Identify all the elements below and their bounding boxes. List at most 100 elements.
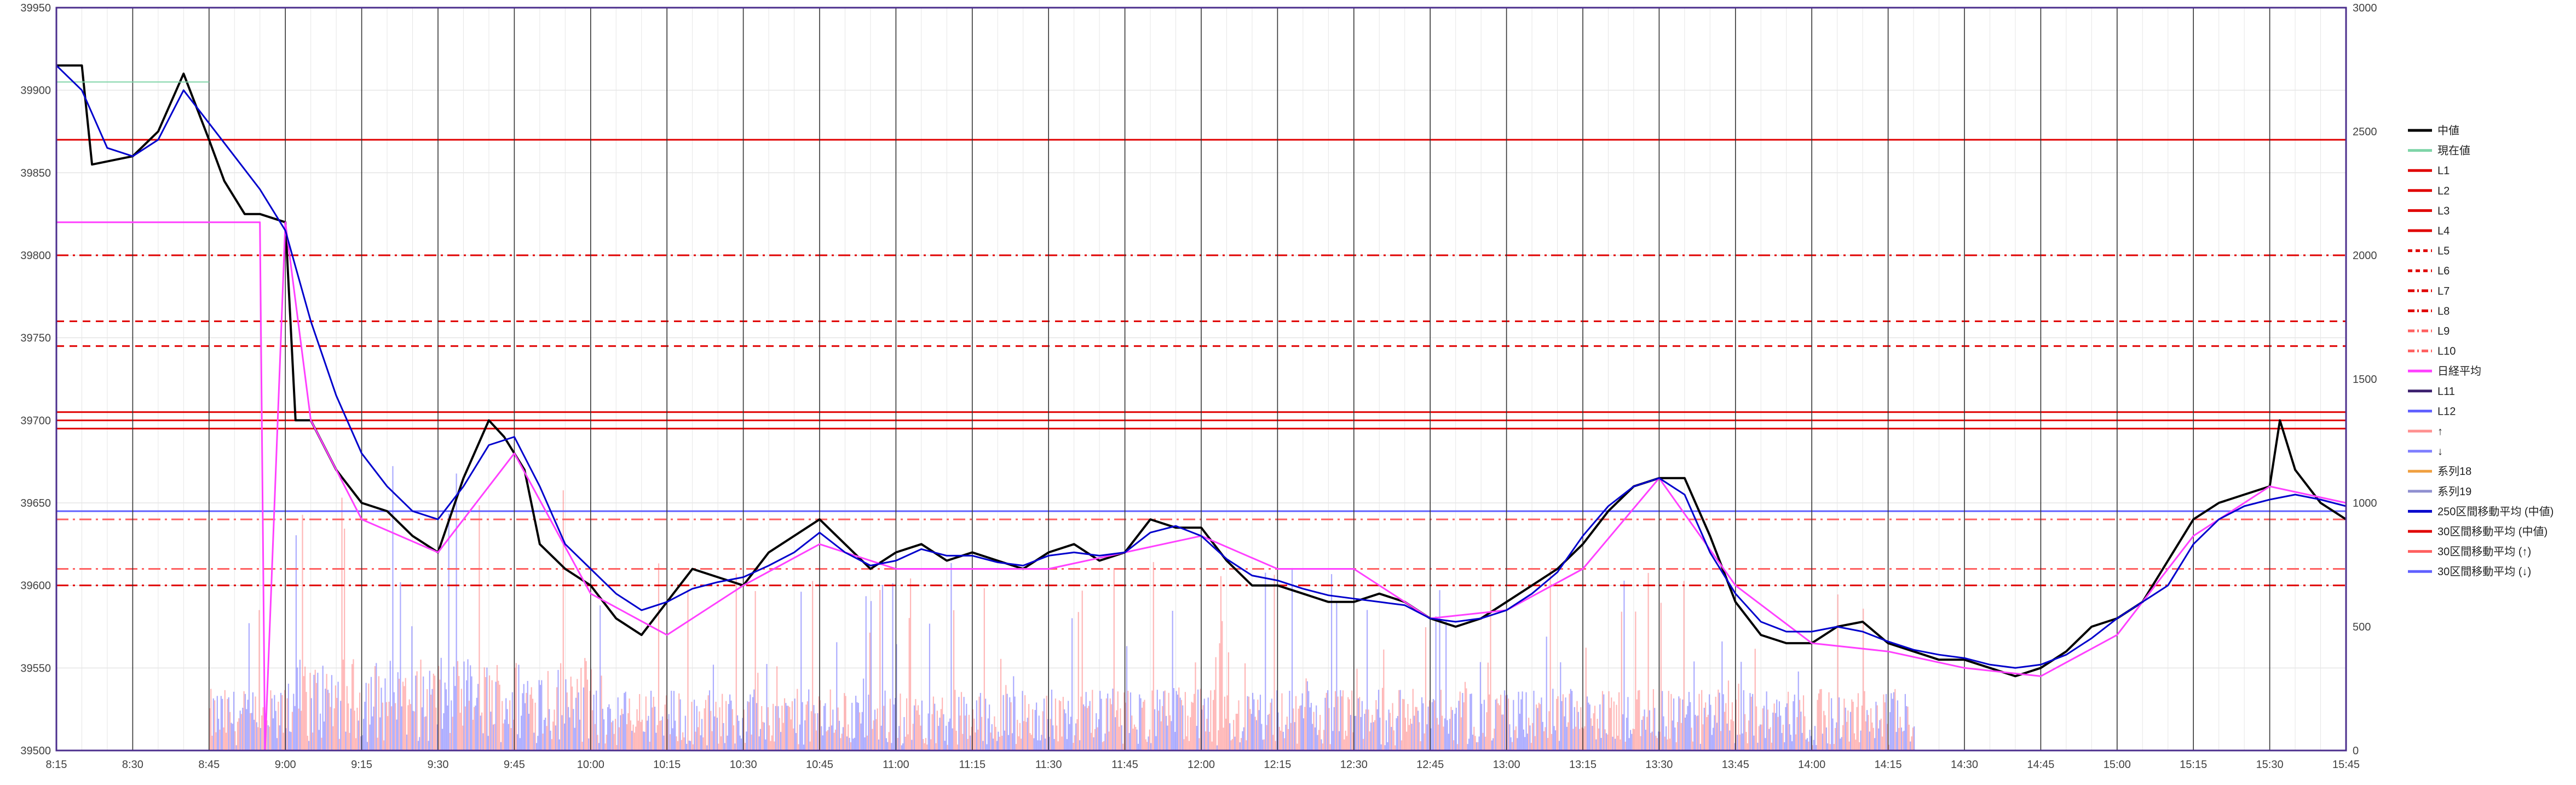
volume-bar-up <box>731 709 733 750</box>
volume-bar-down <box>1712 727 1714 750</box>
volume-bar-up <box>1401 740 1402 750</box>
volume-bar-up <box>1500 695 1502 750</box>
volume-bar-down <box>861 712 863 750</box>
volume-bar-up <box>459 713 461 750</box>
volume-bar-up <box>1389 713 1391 750</box>
volume-bar-up <box>990 732 992 750</box>
volume-bar-down <box>1140 698 1142 750</box>
volume-bar-down <box>817 713 819 750</box>
volume-bar-up <box>1902 731 1904 750</box>
volume-bar-down <box>885 738 888 750</box>
volume-bar-down <box>1045 738 1046 750</box>
volume-bar-down <box>1171 721 1172 750</box>
volume-bar-up <box>416 671 418 750</box>
volume-bar-down <box>239 710 241 750</box>
volume-bar-down <box>716 718 718 750</box>
volume-bar-down <box>340 701 342 750</box>
volume-bar-up <box>1001 736 1003 750</box>
volume-bar-up <box>973 718 975 750</box>
volume-bar-down <box>860 723 862 750</box>
volume-bar-up <box>1299 706 1301 750</box>
legend-label: L5 <box>2437 245 2450 257</box>
volume-bar-down <box>246 709 247 750</box>
volume-bar-up <box>812 581 814 750</box>
volume-bar-up <box>498 680 499 750</box>
volume-bar-up <box>681 740 682 750</box>
volume-bar-up <box>1257 700 1259 750</box>
volume-bar-up <box>1636 699 1638 750</box>
volume-bar-up <box>1868 715 1869 750</box>
volume-bar-down <box>795 733 797 750</box>
volume-bar-down <box>813 705 815 750</box>
volume-bar-down <box>1259 695 1261 750</box>
volume-bar-down <box>1207 697 1209 750</box>
volume-bar-up <box>604 743 606 750</box>
volume-bar-up <box>1420 741 1421 750</box>
volume-bar-down <box>739 735 741 750</box>
volume-bar-down <box>946 725 947 750</box>
volume-bar-down <box>963 697 965 750</box>
volume-bar-down <box>539 685 541 750</box>
volume-bar-up <box>1883 694 1885 750</box>
volume-bar-up <box>1097 727 1098 750</box>
volume-bar-up <box>1286 717 1288 750</box>
legend-label: 系列18 <box>2437 465 2471 478</box>
volume-bar-down <box>902 743 904 750</box>
volume-bar-down <box>500 742 502 750</box>
volume-bar-down <box>1537 708 1538 750</box>
volume-bar-up <box>1761 724 1762 750</box>
volume-bar-down <box>854 737 855 750</box>
volume-bar-down <box>1426 724 1428 750</box>
volume-bar-up <box>1369 731 1370 750</box>
volume-bar-down <box>1079 740 1081 750</box>
volume-bar-down <box>949 718 951 750</box>
volume-bar-down <box>1469 694 1471 750</box>
volume-bar-down <box>1271 698 1272 750</box>
volume-bar-up <box>562 490 564 750</box>
volume-bar-up <box>1859 742 1860 750</box>
volume-bar-up <box>907 734 909 750</box>
volume-bar-down <box>1089 701 1091 750</box>
x-tick-label: 9:15 <box>351 759 372 771</box>
volume-bar-down <box>440 657 442 750</box>
volume-bar-up <box>1782 724 1784 750</box>
volume-bar-up <box>658 563 660 750</box>
volume-bar-down <box>558 739 560 750</box>
volume-bar-down <box>607 707 609 750</box>
volume-bar-up <box>410 704 412 750</box>
volume-bar-up <box>1223 727 1224 750</box>
volume-bar-down <box>1431 702 1433 750</box>
volume-bar-down <box>1197 689 1199 750</box>
volume-bar-up <box>919 714 920 750</box>
volume-bar-down <box>736 715 739 750</box>
volume-bar-down <box>1355 715 1357 750</box>
volume-bar-up <box>1152 561 1154 750</box>
volume-bar-up <box>909 578 912 750</box>
volume-bar-down <box>838 720 840 750</box>
volume-bar-down <box>1836 722 1837 750</box>
volume-bar-up <box>344 528 345 750</box>
volume-bar-down <box>1622 714 1624 750</box>
volume-bar-up <box>237 721 239 750</box>
volume-bar-up <box>704 708 705 750</box>
volume-bar-down <box>1336 601 1338 750</box>
time-markers <box>132 8 2270 750</box>
volume-bar-up <box>1604 729 1606 750</box>
volume-bar-down <box>856 702 858 750</box>
volume-bar-down <box>1703 708 1705 750</box>
volume-bar-up <box>1127 691 1129 750</box>
volume-bar-down <box>1310 703 1312 750</box>
volume-bar-down <box>759 729 762 750</box>
volume-bar-down <box>870 601 872 750</box>
volume-bar-up <box>306 692 307 750</box>
volume-bar-up <box>1864 691 1865 750</box>
volume-bar-up <box>1058 700 1060 750</box>
volume-bar-up <box>1080 696 1082 750</box>
volume-bar-up <box>1241 738 1242 750</box>
volume-bar-up <box>770 741 771 750</box>
volume-bar-down <box>881 585 884 750</box>
volume-bar-down <box>1697 715 1699 750</box>
x-tick-label: 13:45 <box>1722 759 1749 771</box>
volume-bar-up <box>1293 708 1294 750</box>
volume-bar-down <box>1327 690 1329 750</box>
